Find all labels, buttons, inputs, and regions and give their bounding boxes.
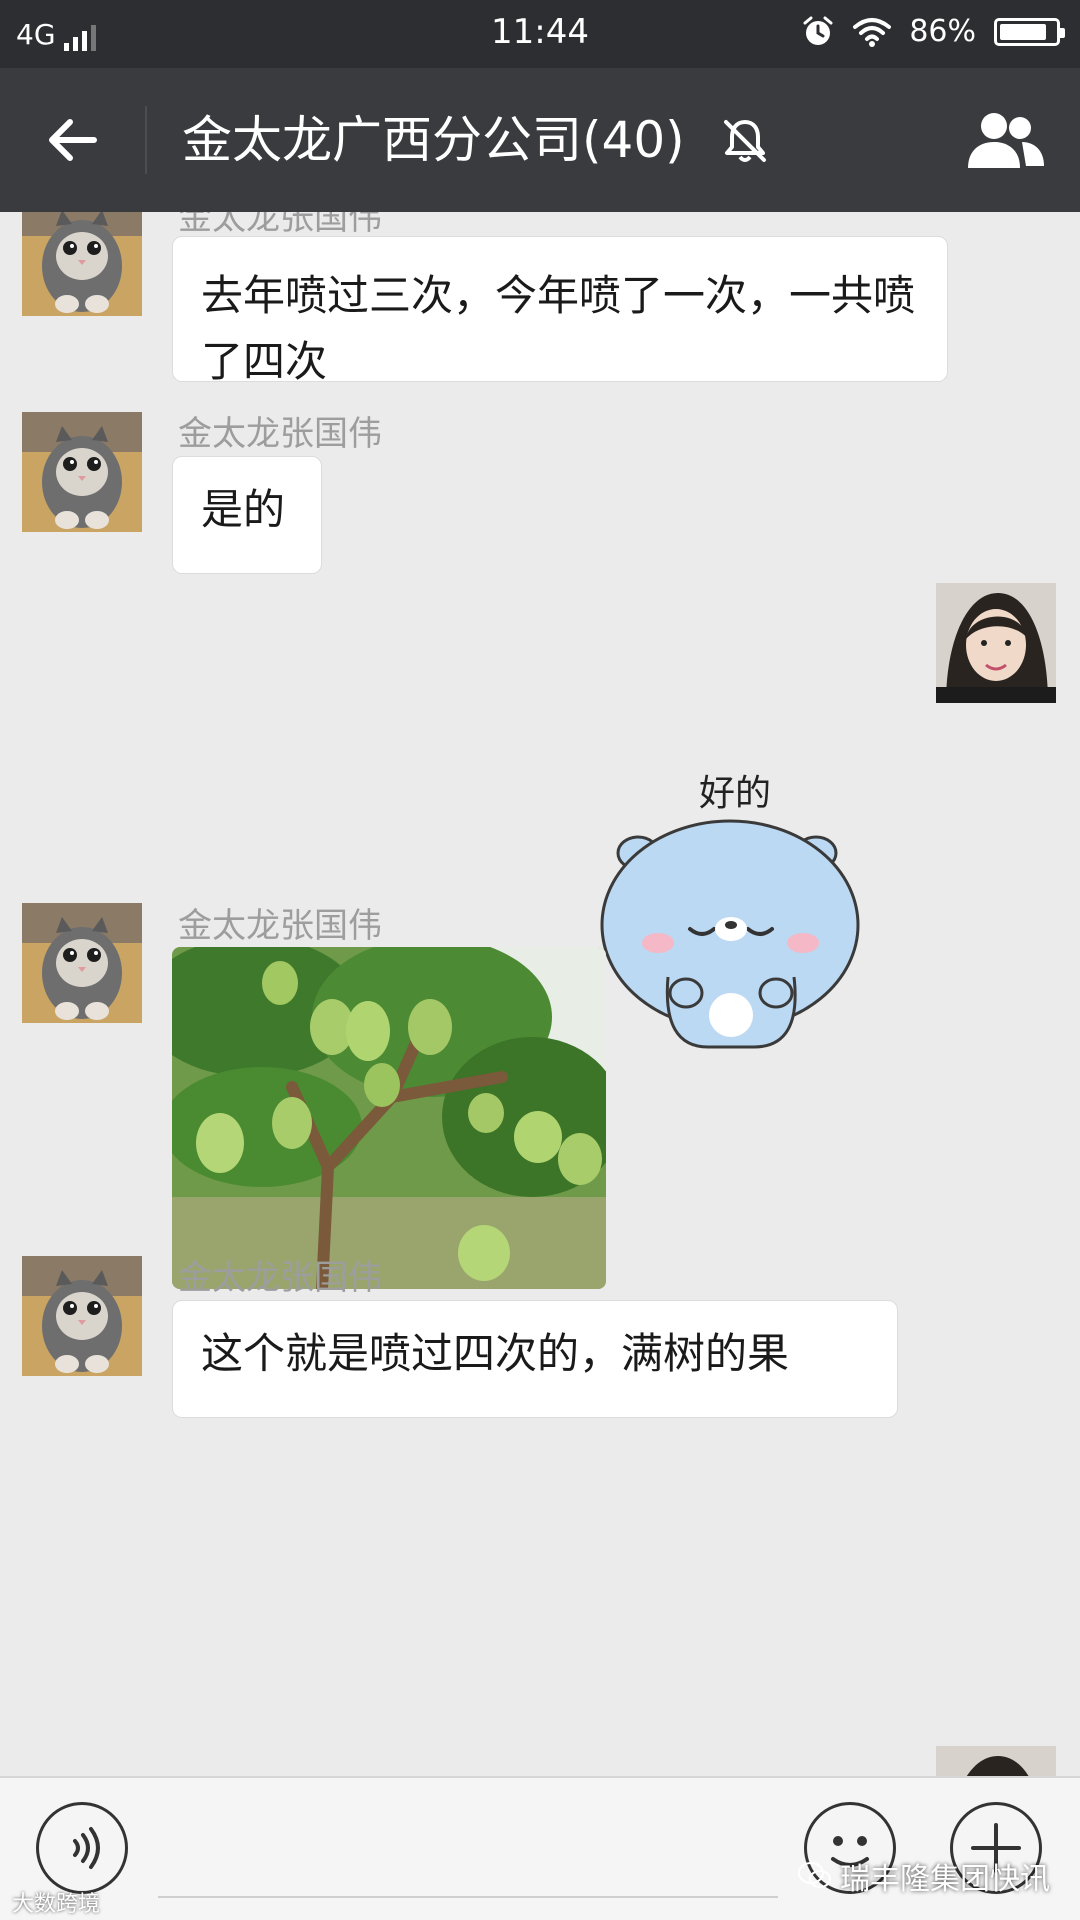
- chat-messages[interactable]: 金太龙张国伟 去年喷过三次，今年喷了一次，一共喷了四次 金太龙张国伟 是的 好的…: [0, 212, 1080, 1776]
- chat-title: 金太龙广西分公司(40): [182, 111, 685, 169]
- sender-name: 金太龙张国伟: [178, 906, 382, 946]
- sticker-text: 好的: [699, 773, 771, 814]
- battery-percent: 86%: [909, 14, 976, 49]
- header-divider: [145, 106, 147, 174]
- watermark-left-text: 大数跨境: [12, 1892, 101, 1917]
- watermark-right: 瑞丰隆集团快讯: [798, 1854, 1050, 1898]
- mute-bell-icon: [724, 120, 766, 162]
- battery-fill: [1000, 23, 1046, 40]
- avatar-cat[interactable]: [22, 903, 142, 1023]
- wifi-icon: [853, 17, 892, 47]
- message-bubble[interactable]: 去年喷过三次，今年喷了一次，一共喷了四次: [172, 236, 948, 386]
- chat-header: 金太龙广西分公司(40): [0, 68, 1080, 212]
- status-bar: 4G 11:44 86%: [0, 0, 1080, 68]
- wechat-icon: [798, 1862, 831, 1888]
- message-text: 这个就是喷过四次的，满树的果: [201, 1329, 790, 1378]
- sender-name: 金太龙张国伟: [178, 212, 382, 238]
- sender-name: 金太龙张国伟: [178, 1258, 382, 1298]
- back-arrow-icon[interactable]: [44, 112, 100, 168]
- watermark-right-text: 瑞丰隆集团快讯: [840, 1862, 1050, 1897]
- message-bubble[interactable]: 是的: [172, 456, 322, 574]
- battery-icon: [994, 17, 1065, 46]
- message-bubble[interactable]: 这个就是喷过四次的，满树的果: [172, 1300, 898, 1418]
- message-text: 是的: [201, 485, 286, 534]
- svg-text:好的: 好的: [699, 773, 771, 814]
- avatar-self[interactable]: [936, 1746, 1056, 1776]
- avatar-self[interactable]: [936, 583, 1056, 703]
- alarm-icon: [803, 16, 833, 45]
- voice-button[interactable]: [36, 1802, 128, 1894]
- avatar-cat[interactable]: [22, 212, 142, 316]
- message-text: 去年喷过三次，今年喷了一次，一共喷了四次: [201, 271, 916, 386]
- avatar-cat[interactable]: [22, 1256, 142, 1376]
- watermark-left: 大数跨境: [12, 1886, 100, 1918]
- group-members-icon[interactable]: [962, 110, 1048, 170]
- status-right-group: 86%: [801, 14, 1065, 49]
- guava-tree-photo[interactable]: [172, 947, 606, 1289]
- sticker-bear[interactable]: 好的: [598, 757, 866, 1052]
- voice-icon: [73, 1827, 100, 1869]
- message-input[interactable]: [158, 1896, 778, 1898]
- avatar-cat[interactable]: [22, 412, 142, 532]
- input-bar: 瑞丰隆集团快讯 大数跨境: [0, 1776, 1080, 1920]
- sender-name: 金太龙张国伟: [178, 414, 382, 454]
